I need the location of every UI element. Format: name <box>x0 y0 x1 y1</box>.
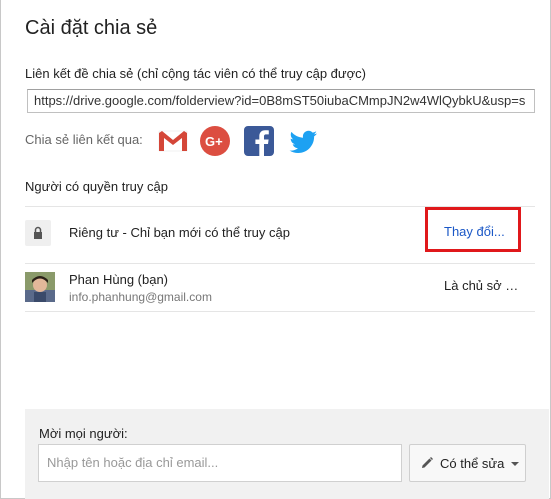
svg-text:G+: G+ <box>205 134 223 149</box>
google-plus-icon[interactable]: G+ <box>199 125 231 157</box>
share-link-label: Liên kết đề chia sẻ (chỉ cộng tác viên c… <box>25 66 366 81</box>
twitter-icon[interactable] <box>287 125 319 157</box>
divider <box>25 263 535 264</box>
highlight-annotation <box>425 207 521 252</box>
permission-dropdown-button[interactable]: Có thể sửa <box>409 444 526 482</box>
share-link-field[interactable]: https://drive.google.com/folderview?id=0… <box>27 89 535 113</box>
privacy-status-text: Riêng tư - Chỉ bạn mới có thể truy cập <box>69 225 290 240</box>
owner-name: Phan Hùng (bạn) <box>69 272 169 287</box>
share-settings-dialog: Cài đặt chia sẻ Liên kết đề chia sẻ (chỉ… <box>0 0 551 499</box>
invite-label: Mời mọi người: <box>39 426 128 441</box>
owner-role: Là chủ sở … <box>444 278 519 293</box>
lock-icon <box>25 220 51 246</box>
access-section-label: Người có quyền truy cập <box>25 179 168 194</box>
divider <box>25 311 535 312</box>
dialog-title: Cài đặt chia sẻ <box>25 17 158 39</box>
owner-email: info.phanhung@gmail.com <box>69 290 212 304</box>
permission-label: Có thể sửa <box>440 456 505 471</box>
facebook-icon[interactable] <box>243 125 275 157</box>
chevron-down-icon <box>511 462 519 466</box>
share-via-label: Chia sẻ liên kết qua: <box>25 132 143 147</box>
gmail-icon[interactable] <box>157 125 189 157</box>
invite-email-input[interactable]: Nhập tên hoặc địa chỉ email... <box>38 444 402 482</box>
avatar <box>25 272 55 302</box>
pencil-icon <box>420 456 434 475</box>
